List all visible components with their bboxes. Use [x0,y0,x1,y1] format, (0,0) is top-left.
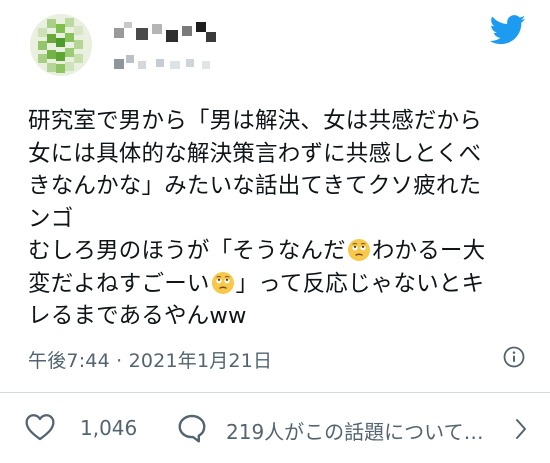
tweet-line: 女には具体的な解決策言わずに共感しとくべ [28,140,482,167]
speech-bubble-icon[interactable] [176,412,208,444]
conversation-link[interactable]: 219人がこの話題について… [226,416,516,445]
heart-icon[interactable] [24,413,56,441]
face-with-rolling-eyes-emoji [211,271,234,294]
tweet-line-segment: わかるー大 [371,238,486,264]
like-count[interactable]: 1,046 [80,416,137,440]
tweet-line: きなんかな」みたいな話出てきてクソ疲れた [28,173,482,199]
face-with-rolling-eyes-emoji [347,239,370,261]
tweet-timestamp[interactable]: 午後7:44 · 2021年1月21日 [28,346,272,373]
tweet-line: ンゴ [28,205,74,232]
tweet-text: 研究室で男から「男は解決、女は共感だから 女には具体的な解決策言わずに共感しとく… [28,105,528,333]
display-name-redacted[interactable] [112,22,222,44]
chevron-right-icon[interactable] [514,417,528,441]
action-bar: 1,046 219人がこの話題について… [0,405,550,453]
tweet-line-segment: 」って反応じゃないとキ [235,270,485,297]
tweet-line: レるまであるやんww [28,303,247,329]
tweet-line-segment: 変だよねすごーい [28,270,210,297]
tweet-line: 研究室で男から「男は解決、女は共感だから [28,108,483,134]
divider [0,392,550,393]
twitter-bird-icon[interactable] [490,14,526,46]
avatar[interactable] [30,14,92,76]
handle-redacted[interactable] [112,55,222,73]
tweet-card: 研究室で男から「男は解決、女は共感だから 女には具体的な解決策言わずに共感しとく… [0,0,550,463]
info-icon[interactable] [502,345,526,369]
tweet-line-segment: むしろ男のほうが「そうなんだ [28,238,346,264]
